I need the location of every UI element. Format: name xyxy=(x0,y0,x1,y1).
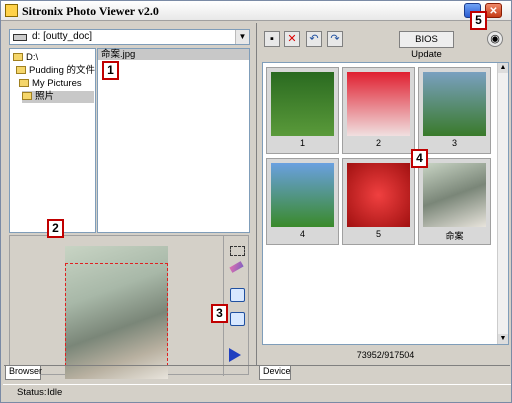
folder-icon xyxy=(19,79,29,88)
eraser-icon[interactable] xyxy=(229,261,244,273)
thumbnail-gallery: 1 2 3 4 5 命案 ▲ ▼ xyxy=(262,62,509,345)
select-rectangle-icon[interactable] xyxy=(230,246,245,256)
thumbnail-item[interactable]: 3 xyxy=(418,67,491,154)
status-bar: Status: Idle xyxy=(3,384,511,400)
status-value: Idle xyxy=(47,387,63,398)
chevron-down-icon[interactable]: ▼ xyxy=(235,30,249,44)
drive-select-value: d: [outty_doc] xyxy=(32,31,93,42)
title-bar: Sitronix Photo Viewer v2.0 – ✕ xyxy=(1,1,511,21)
delete-icon[interactable]: ✕ xyxy=(284,31,300,47)
thumbnail-image xyxy=(347,72,410,136)
rotate-right-icon[interactable] xyxy=(230,312,245,326)
folder-icon xyxy=(13,53,23,62)
folder-tree: D:\ Pudding 的文件 My Pictures 照片 xyxy=(9,48,96,233)
drive-icon xyxy=(13,34,27,41)
file-item-selected[interactable]: 命案.jpg xyxy=(98,49,249,60)
close-button[interactable]: ✕ xyxy=(485,3,502,18)
thumbnail-label: 5 xyxy=(375,229,381,239)
thumbnail-label: 3 xyxy=(451,138,457,148)
tab-browser[interactable]: Browser xyxy=(5,366,42,380)
scroll-down-icon[interactable]: ▼ xyxy=(498,334,508,344)
thumbnail-item[interactable]: 命案 xyxy=(418,158,491,245)
thumbnail-image xyxy=(347,163,410,227)
callout-marker: 5 xyxy=(470,11,487,30)
bios-update-button[interactable]: BIOS Update xyxy=(399,31,454,60)
crop-selection-box[interactable] xyxy=(65,263,168,366)
thumbnail-image xyxy=(423,163,486,227)
tree-item-pudding-documents[interactable]: Pudding 的文件 xyxy=(16,65,95,77)
thumbnail-image xyxy=(271,72,334,136)
tree-item-photos[interactable]: 照片 xyxy=(22,91,94,103)
memory-status: 73952/917504 xyxy=(356,350,415,360)
callout-marker: 3 xyxy=(211,304,228,323)
callout-marker: 2 xyxy=(47,219,64,238)
thumbnail-label: 1 xyxy=(299,138,305,148)
main-window: Sitronix Photo Viewer v2.0 – ✕ d: [outty… xyxy=(0,0,512,403)
device-panel: ▪ ✕ ↶ ↷ BIOS Update ◉ 1 2 3 4 5 命案 ▲ ▼ 7… xyxy=(256,23,511,365)
thumbnail-item[interactable]: 4 xyxy=(266,158,339,245)
app-icon xyxy=(5,4,18,17)
drive-select[interactable]: d: [outty_doc] ▼ xyxy=(9,29,250,45)
rotate-right-icon[interactable]: ↷ xyxy=(327,31,343,47)
callout-marker: 4 xyxy=(411,149,428,168)
tab-divider xyxy=(4,365,510,366)
tab-device[interactable]: Device xyxy=(259,366,291,380)
thumbnail-label: 4 xyxy=(299,229,305,239)
rotate-left-icon[interactable] xyxy=(230,288,245,302)
thumbnail-item[interactable]: 2 xyxy=(342,67,415,154)
thumbnail-image xyxy=(271,163,334,227)
gallery-scrollbar[interactable]: ▲ ▼ xyxy=(497,63,508,344)
arrow-right-icon[interactable] xyxy=(229,348,241,362)
window-title: Sitronix Photo Viewer v2.0 xyxy=(22,4,159,18)
thumbnail-label: 2 xyxy=(375,138,381,148)
file-list: 命案.jpg xyxy=(97,48,250,233)
preview-image xyxy=(65,246,168,379)
rotate-left-icon[interactable]: ↶ xyxy=(306,31,322,47)
folder-icon xyxy=(22,92,32,101)
thumbnail-item[interactable]: 1 xyxy=(266,67,339,154)
thumbnail-label: 命案 xyxy=(445,231,464,241)
callout-marker: 1 xyxy=(102,61,119,80)
scroll-up-icon[interactable]: ▲ xyxy=(498,63,508,73)
thumbnail-item[interactable]: 5 xyxy=(342,158,415,245)
thumbnail-image xyxy=(423,72,486,136)
settings-icon[interactable]: ◉ xyxy=(487,31,503,47)
status-label: Status: xyxy=(17,387,47,398)
tree-item-my-pictures[interactable]: My Pictures xyxy=(19,78,82,90)
folder-icon xyxy=(16,66,26,75)
save-icon[interactable]: ▪ xyxy=(264,31,280,47)
tree-item-root[interactable]: D:\ xyxy=(13,52,38,64)
